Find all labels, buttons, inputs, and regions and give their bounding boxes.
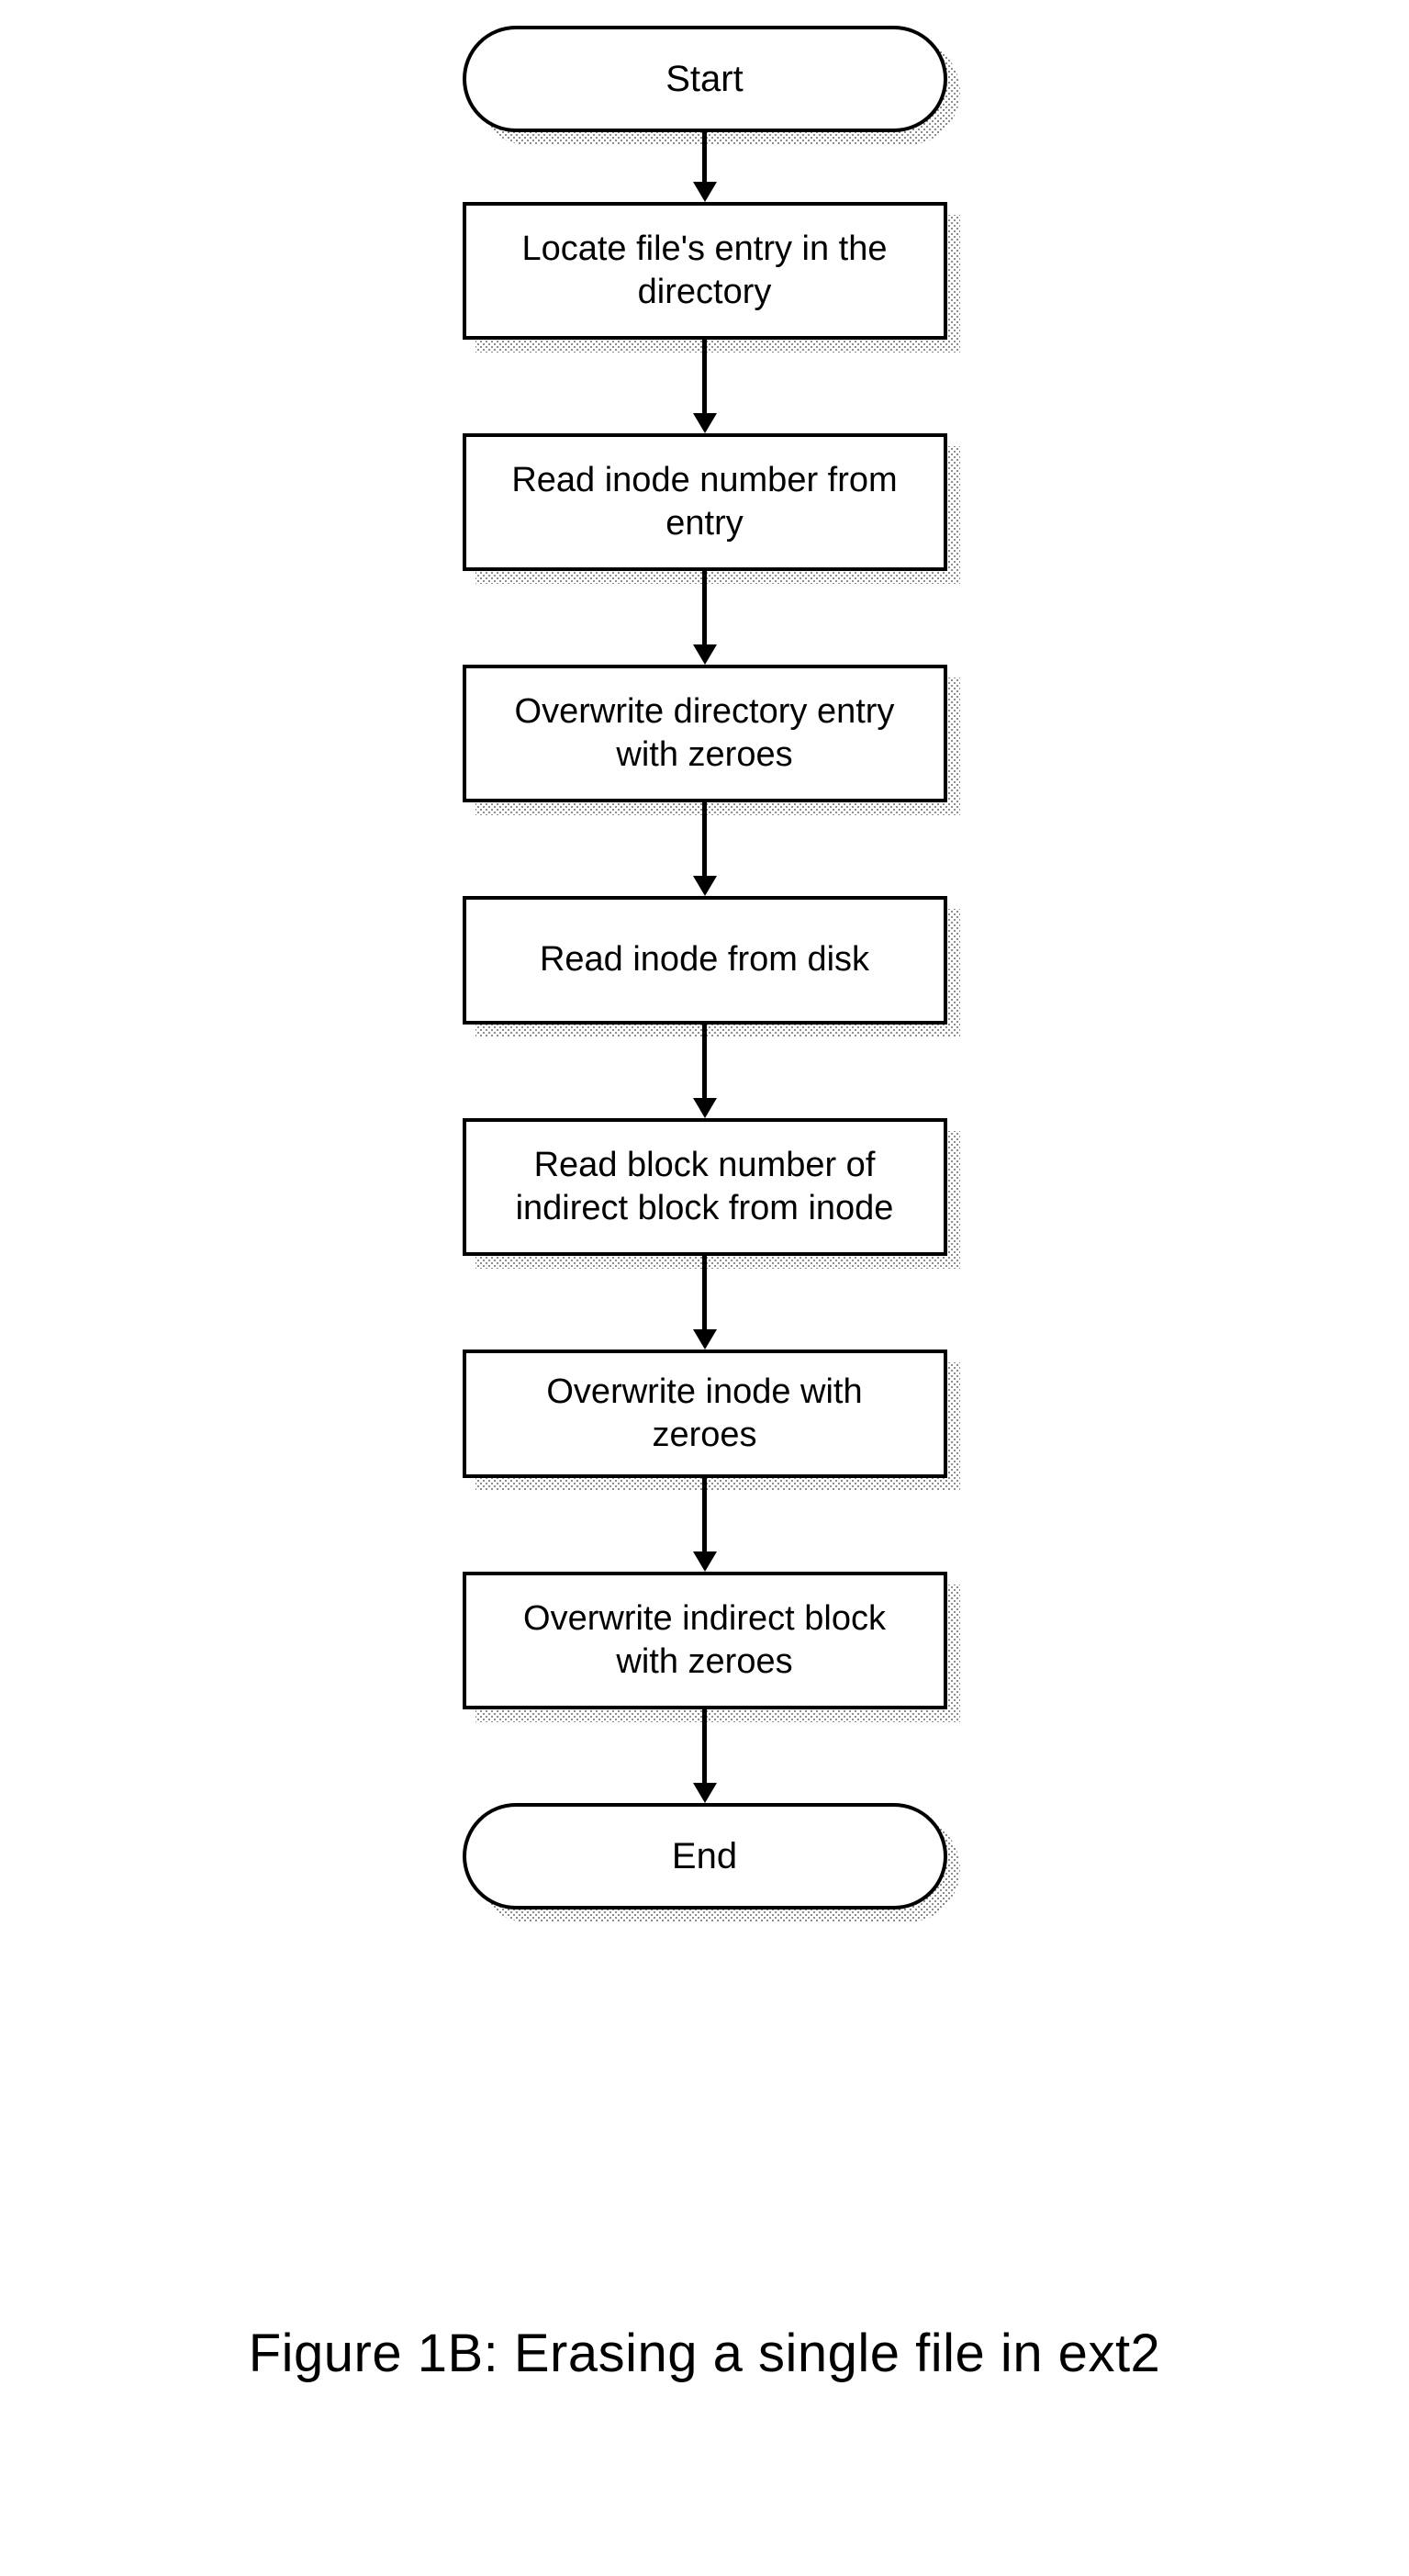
step-label: Locate file's entry in the directory (490, 228, 920, 315)
process-step-7: Overwrite indirect block with zeroes (463, 1572, 947, 1709)
end-label: End (672, 1836, 737, 1877)
terminator-end: End (463, 1803, 947, 1910)
process-step-2: Read inode number from entry (463, 433, 947, 571)
step-label: Read block number of indirect block from… (490, 1144, 920, 1231)
step-label: Read inode number from entry (490, 459, 920, 546)
start-label: Start (665, 59, 743, 100)
process-step-4: Read inode from disk (463, 896, 947, 1025)
step-label: Read inode from disk (540, 938, 869, 982)
process-step-1: Locate file's entry in the directory (463, 202, 947, 340)
step-1-node: Locate file's entry in the directory (463, 202, 947, 340)
step-3-node: Overwrite directory entry with zeroes (463, 665, 947, 802)
step-2-node: Read inode number from entry (463, 433, 947, 571)
caption-text: Figure 1B: Erasing a single file in ext2 (249, 2324, 1161, 2383)
step-label: Overwrite indirect block with zeroes (490, 1597, 920, 1685)
figure-caption: Figure 1B: Erasing a single file in ext2 (0, 2323, 1409, 2384)
process-step-5: Read block number of indirect block from… (463, 1118, 947, 1256)
end-node: End (463, 1803, 947, 1910)
step-6-node: Overwrite inode with zeroes (463, 1350, 947, 1478)
step-4-node: Read inode from disk (463, 896, 947, 1025)
step-5-node: Read block number of indirect block from… (463, 1118, 947, 1256)
flowchart: Start Locate file's entry in the directo… (0, 26, 1409, 1910)
process-step-6: Overwrite inode with zeroes (463, 1350, 947, 1478)
start-node: Start (463, 26, 947, 132)
step-label: Overwrite inode with zeroes (490, 1371, 920, 1458)
step-7-node: Overwrite indirect block with zeroes (463, 1572, 947, 1709)
step-label: Overwrite directory entry with zeroes (490, 690, 920, 778)
process-step-3: Overwrite directory entry with zeroes (463, 665, 947, 802)
terminator-start: Start (463, 26, 947, 132)
page: Start Locate file's entry in the directo… (0, 0, 1409, 2576)
